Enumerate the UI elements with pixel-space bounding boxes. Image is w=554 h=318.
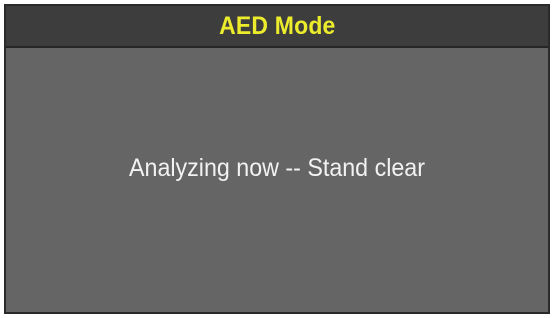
status-area: Analyzing now -- Stand clear (6, 48, 548, 312)
status-message: Analyzing now -- Stand clear (129, 154, 425, 182)
mode-title: AED Mode (218, 11, 336, 40)
mode-header-bar: AED Mode (6, 6, 548, 48)
aed-display-screen: AED Mode Analyzing now -- Stand clear (4, 4, 550, 314)
